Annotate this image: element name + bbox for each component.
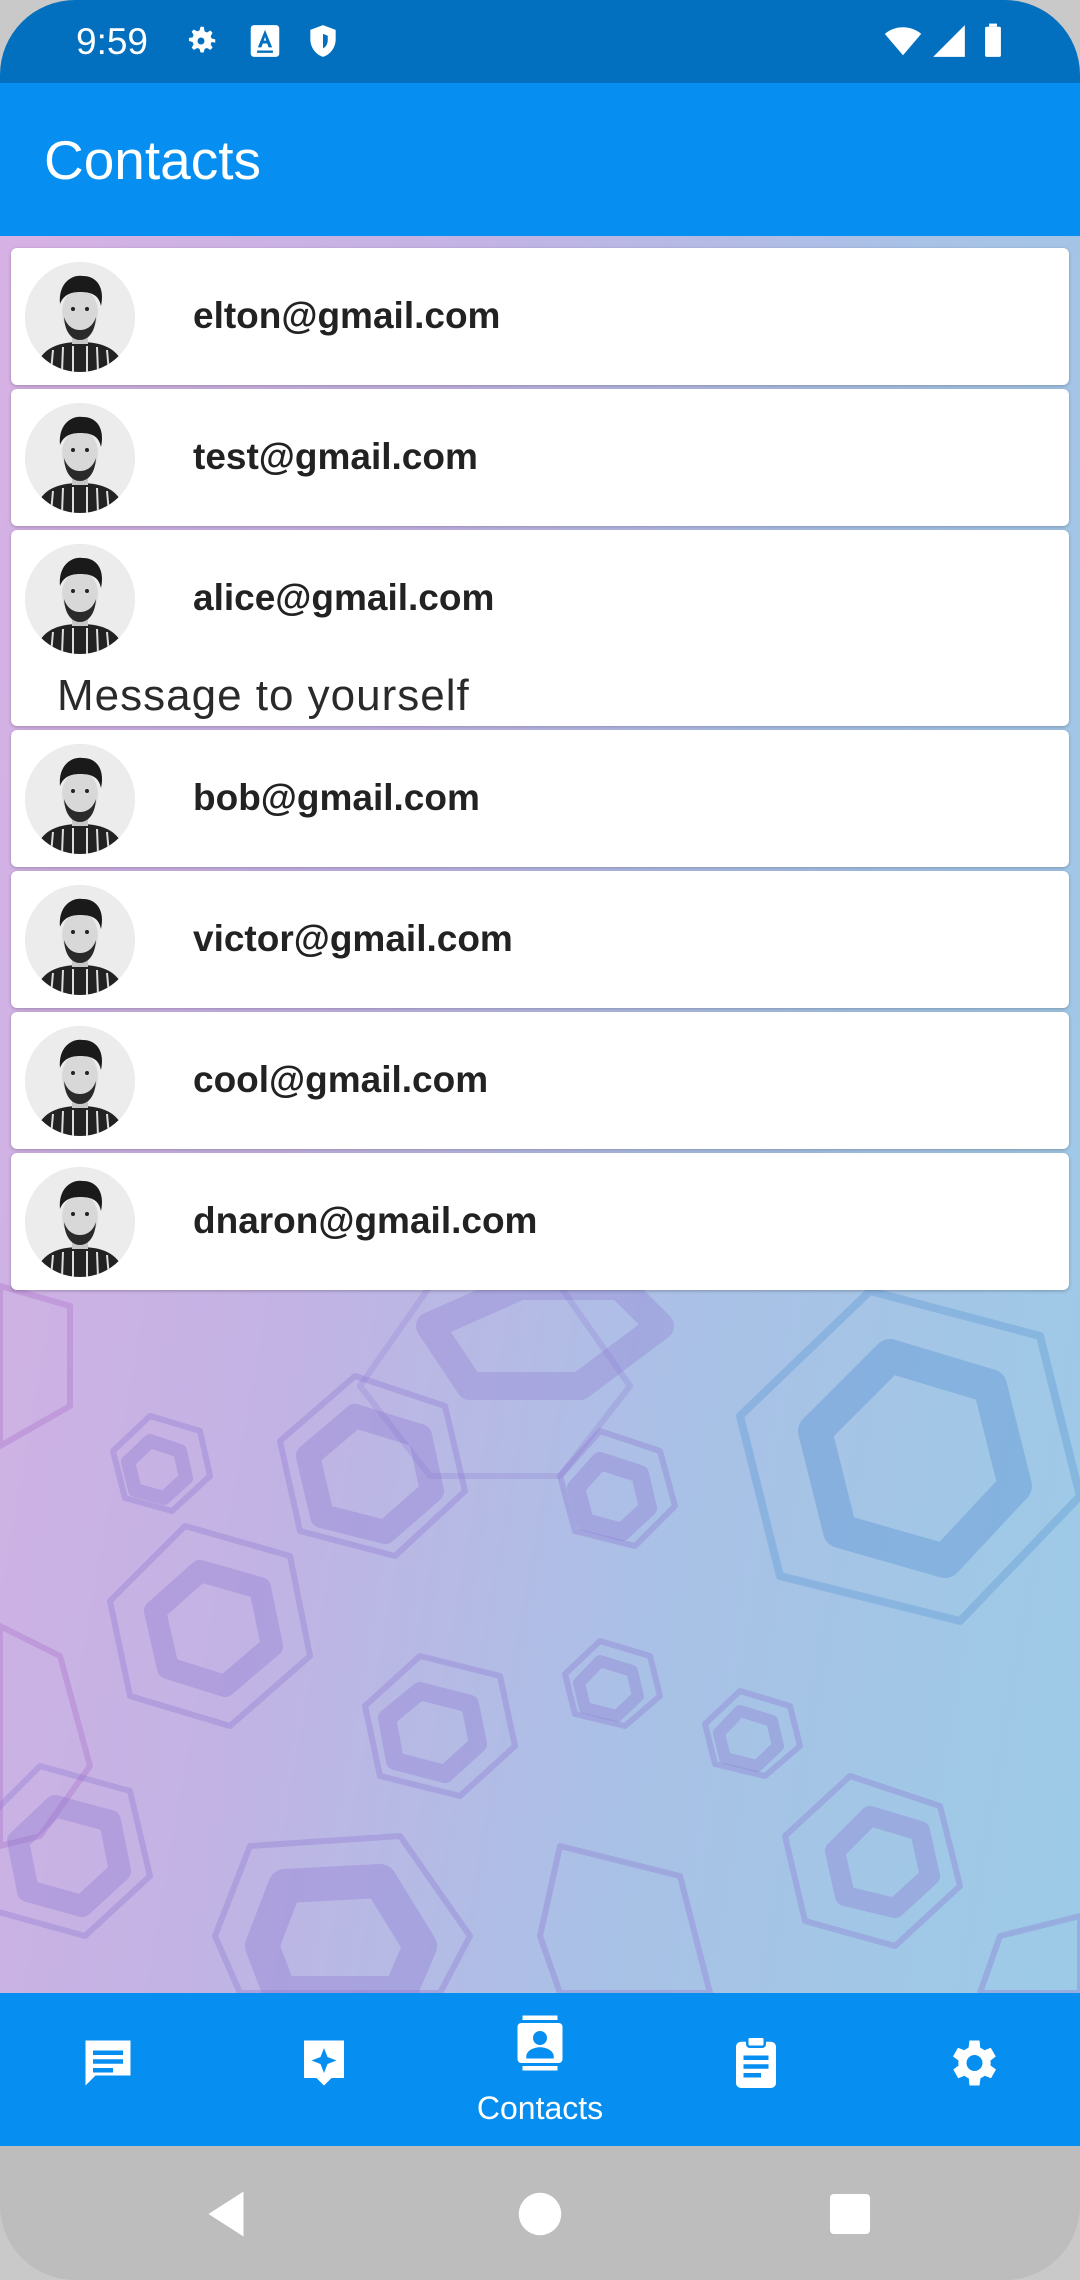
nav-ai-chat[interactable] bbox=[216, 1993, 432, 2146]
contact-email: bob@gmail.com bbox=[193, 777, 480, 818]
avatar bbox=[25, 262, 135, 372]
contact-email: cool@gmail.com bbox=[193, 1059, 489, 1100]
contact-card[interactable]: dnaron@gmail.com bbox=[11, 1153, 1069, 1290]
phone-screen: 9:59 Contacts elton@gmail.com test@gmail… bbox=[0, 0, 1080, 2280]
page-title: Contacts bbox=[44, 129, 262, 191]
signal-icon bbox=[933, 25, 965, 57]
sparkle-message-icon bbox=[304, 2040, 344, 2086]
back-icon[interactable] bbox=[196, 2184, 256, 2244]
contact-icon bbox=[517, 2015, 563, 2071]
system-navigation-bar bbox=[0, 2146, 1080, 2280]
shield-icon bbox=[310, 25, 336, 57]
contact-email: victor@gmail.com bbox=[193, 918, 513, 959]
avatar bbox=[25, 885, 135, 995]
contact-card[interactable]: victor@gmail.com bbox=[11, 871, 1069, 1008]
gear-icon bbox=[188, 26, 216, 53]
contact-card[interactable]: bob@gmail.com bbox=[11, 730, 1069, 867]
recents-icon[interactable] bbox=[820, 2184, 880, 2244]
contact-card[interactable]: elton@gmail.com bbox=[11, 248, 1069, 385]
avatar bbox=[25, 744, 135, 854]
avatar bbox=[25, 1167, 135, 1277]
nav-chats[interactable] bbox=[0, 1993, 216, 2146]
contact-card[interactable]: alice@gmail.com Message to yourself bbox=[11, 530, 1069, 726]
avatar bbox=[25, 403, 135, 513]
font-a-icon bbox=[250, 25, 280, 57]
clipboard-icon bbox=[736, 2035, 776, 2088]
home-icon[interactable] bbox=[510, 2184, 570, 2244]
avatar bbox=[25, 544, 135, 654]
bottom-navigation: Contacts bbox=[0, 1993, 1080, 2146]
battery-icon bbox=[985, 23, 1001, 57]
status-time: 9:59 bbox=[76, 21, 149, 62]
chat-icon bbox=[85, 2040, 131, 2086]
contact-subtitle: Message to yourself bbox=[57, 671, 470, 720]
contact-email: alice@gmail.com bbox=[193, 577, 495, 618]
contact-card[interactable]: test@gmail.com bbox=[11, 389, 1069, 526]
wifi-icon bbox=[884, 27, 922, 56]
app-bar: Contacts bbox=[0, 83, 1080, 236]
contact-email: test@gmail.com bbox=[193, 436, 478, 477]
contact-card[interactable]: cool@gmail.com bbox=[11, 1012, 1069, 1149]
nav-settings[interactable] bbox=[864, 1993, 1080, 2146]
avatar bbox=[25, 1026, 135, 1136]
contact-email: elton@gmail.com bbox=[193, 295, 501, 336]
status-bar: 9:59 bbox=[0, 0, 1080, 83]
settings-icon bbox=[953, 2040, 996, 2086]
nav-contacts-label: Contacts bbox=[476, 2090, 604, 2126]
contacts-content[interactable]: elton@gmail.com test@gmail.com alice@gma… bbox=[0, 236, 1080, 1993]
nav-contacts[interactable]: Contacts bbox=[432, 1993, 648, 2146]
contact-email: dnaron@gmail.com bbox=[193, 1200, 538, 1241]
nav-tasks[interactable] bbox=[648, 1993, 864, 2146]
